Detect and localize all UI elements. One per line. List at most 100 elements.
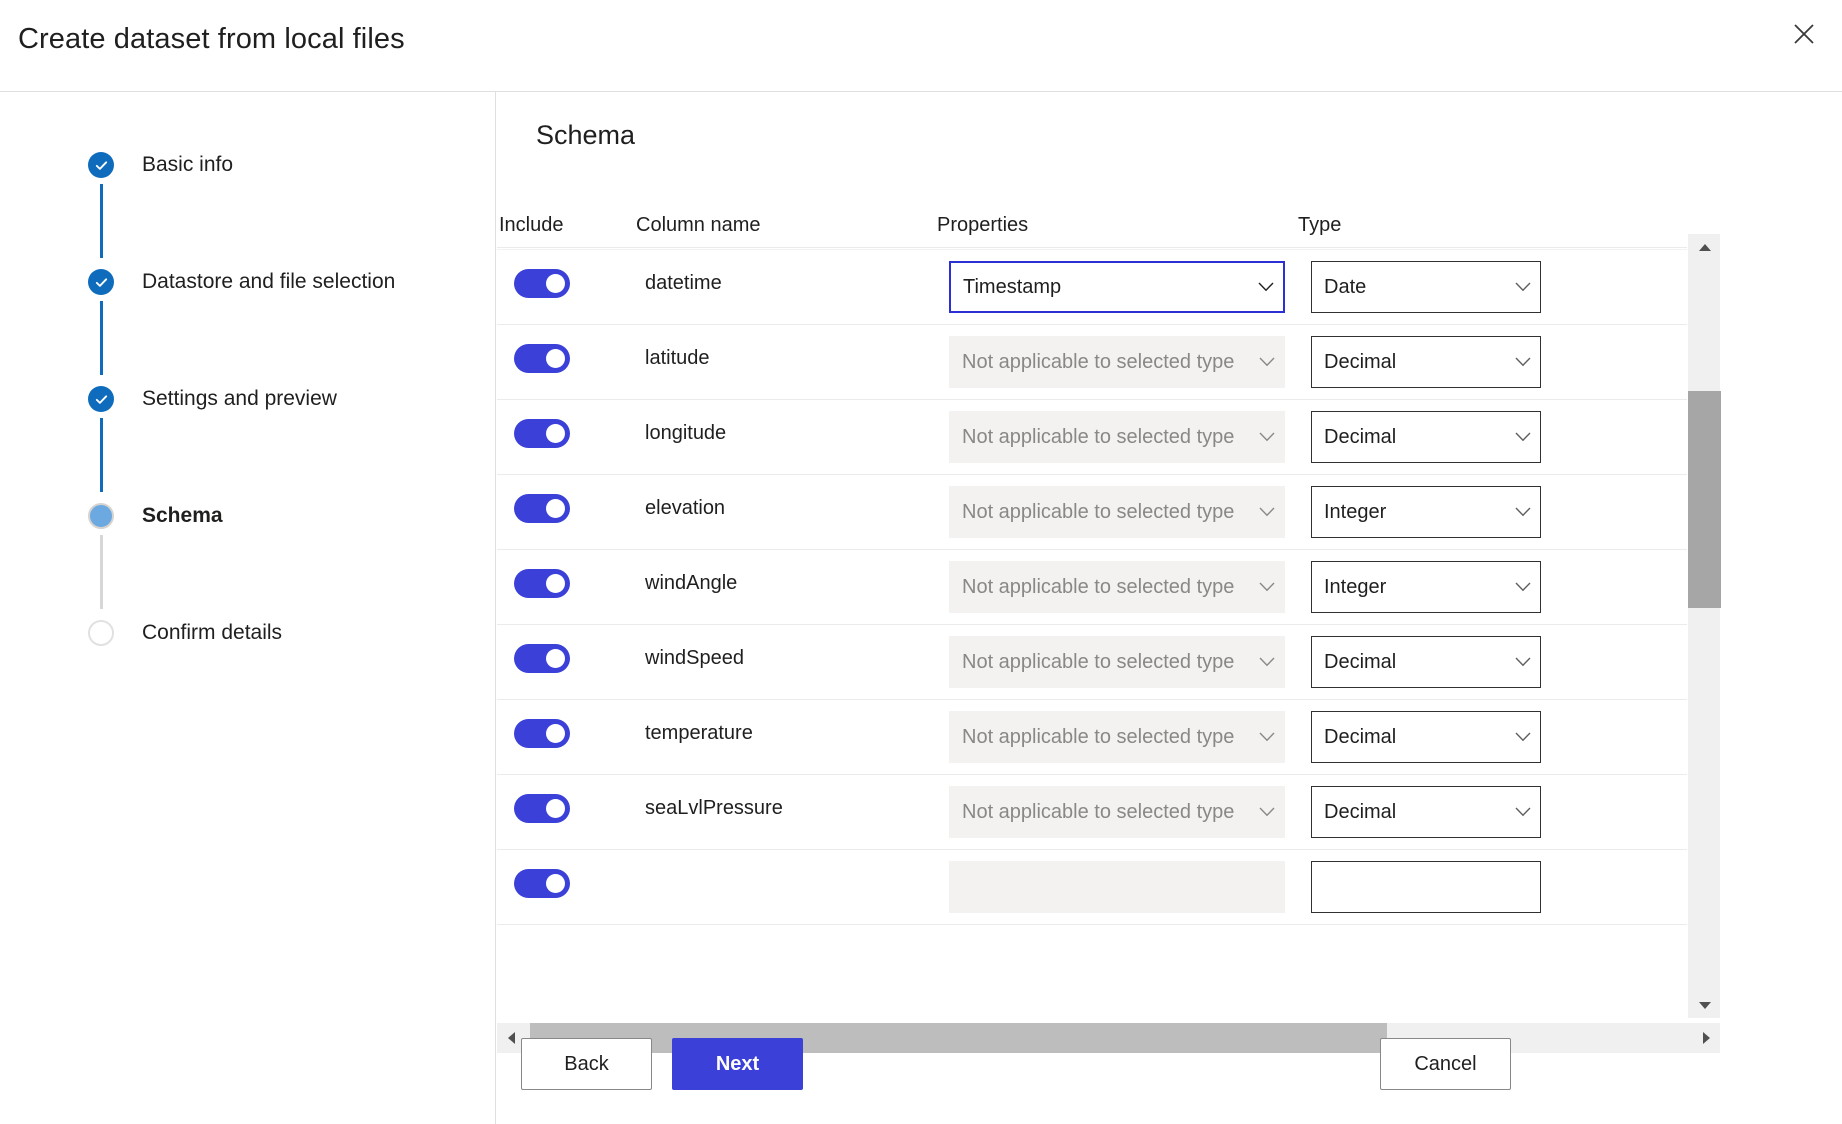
properties-dropdown-value: Not applicable to selected type [950,576,1250,599]
column-header-properties: Properties [937,214,1028,237]
vertical-scrollbar[interactable] [1687,234,1720,1018]
type-dropdown[interactable]: Decimal [1311,636,1541,688]
sidebar-item-schema[interactable]: Schema [88,501,468,618]
type-dropdown-value: Decimal [1312,426,1506,449]
wizard-stepper: Basic info Datastore and file selection [88,150,468,658]
wizard-stepper-rail: Basic info Datastore and file selection [0,92,496,1124]
type-dropdown-value: Date [1312,276,1506,299]
check-icon [88,152,114,178]
type-dropdown[interactable]: Decimal [1311,711,1541,763]
type-dropdown[interactable] [1311,861,1541,913]
properties-dropdown[interactable]: Not applicable to selected type [949,561,1285,613]
type-dropdown[interactable]: Integer [1311,561,1541,613]
properties-dropdown[interactable]: Timestamp [949,261,1285,313]
include-toggle[interactable] [514,344,570,373]
dialog-title: Create dataset from local files [18,23,405,56]
properties-dropdown[interactable] [949,861,1285,913]
cancel-button[interactable]: Cancel [1380,1038,1511,1090]
include-toggle[interactable] [514,794,570,823]
type-dropdown-value: Decimal [1312,801,1506,824]
chevron-down-icon [1250,582,1284,592]
schema-panel: Schema Include Column name Properties Ty… [497,92,1842,1124]
include-toggle[interactable] [514,494,570,523]
step-connector [100,535,103,609]
toggle-knob [546,724,565,743]
properties-dropdown-value: Not applicable to selected type [950,501,1250,524]
type-dropdown[interactable]: Decimal [1311,336,1541,388]
type-dropdown[interactable]: Decimal [1311,411,1541,463]
chevron-down-icon [1506,357,1540,367]
column-name-cell: temperature [645,722,753,745]
dialog-footer: Back Next Cancel [497,1012,1842,1124]
sidebar-item-basic-info[interactable]: Basic info [88,150,468,267]
include-toggle[interactable] [514,569,570,598]
properties-dropdown[interactable]: Not applicable to selected type [949,486,1285,538]
back-button[interactable]: Back [521,1038,652,1090]
chevron-down-icon [1506,732,1540,742]
step-connector [100,418,103,492]
sidebar-item-settings-and-preview[interactable]: Settings and preview [88,384,468,501]
include-toggle[interactable] [514,644,570,673]
table-row: elevation Not applicable to selected typ… [497,475,1687,550]
column-name-cell: longitude [645,422,726,445]
step-label: Datastore and file selection [142,267,395,297]
chevron-down-icon [1250,657,1284,667]
include-toggle[interactable] [514,869,570,898]
table-row: windSpeed Not applicable to selected typ… [497,625,1687,700]
close-icon[interactable] [1774,6,1834,62]
include-toggle[interactable] [514,419,570,448]
include-toggle[interactable] [514,719,570,748]
dialog-titlebar: Create dataset from local files [0,0,1842,92]
properties-dropdown-value: Timestamp [951,276,1249,299]
column-name-cell: elevation [645,497,725,520]
properties-dropdown[interactable]: Not applicable to selected type [949,411,1285,463]
table-row: temperature Not applicable to selected t… [497,700,1687,775]
chevron-down-icon [1250,432,1284,442]
chevron-down-icon [1249,282,1283,292]
vertical-scrollbar-thumb[interactable] [1688,391,1721,608]
type-dropdown[interactable]: Date [1311,261,1541,313]
chevron-down-icon [1506,807,1540,817]
column-name-cell: windAngle [645,572,737,595]
toggle-knob [546,424,565,443]
toggle-knob [546,349,565,368]
properties-dropdown-value: Not applicable to selected type [950,801,1250,824]
scroll-up-arrow-icon[interactable] [1688,234,1721,260]
include-toggle[interactable] [514,269,570,298]
chevron-down-icon [1250,732,1284,742]
properties-dropdown-value: Not applicable to selected type [950,651,1250,674]
type-dropdown-value: Integer [1312,501,1506,524]
chevron-down-icon [1250,357,1284,367]
properties-dropdown[interactable]: Not applicable to selected type [949,711,1285,763]
sidebar-item-datastore-and-file-selection[interactable]: Datastore and file selection [88,267,468,384]
step-label: Basic info [142,150,233,180]
properties-dropdown[interactable]: Not applicable to selected type [949,636,1285,688]
properties-dropdown[interactable]: Not applicable to selected type [949,786,1285,838]
schema-grid-body: datetime Timestamp Date [497,249,1687,947]
next-button[interactable]: Next [672,1038,803,1090]
toggle-knob [546,799,565,818]
sidebar-item-confirm-details[interactable]: Confirm details [88,618,468,658]
column-header-type: Type [1298,214,1341,237]
step-label: Confirm details [142,618,282,648]
check-icon [88,386,114,412]
page-title: Schema [536,120,635,151]
current-step-dot-icon [88,503,114,529]
chevron-down-icon [1250,807,1284,817]
type-dropdown[interactable]: Integer [1311,486,1541,538]
properties-dropdown[interactable]: Not applicable to selected type [949,336,1285,388]
chevron-down-icon [1506,432,1540,442]
type-dropdown-value: Decimal [1312,351,1506,374]
properties-dropdown-value: Not applicable to selected type [950,351,1250,374]
type-dropdown[interactable]: Decimal [1311,786,1541,838]
type-dropdown-value: Decimal [1312,726,1506,749]
toggle-knob [546,499,565,518]
step-connector [100,184,103,258]
table-row: seaLvlPressure Not applicable to selecte… [497,775,1687,850]
toggle-knob [546,649,565,668]
table-row: windAngle Not applicable to selected typ… [497,550,1687,625]
step-label: Settings and preview [142,384,337,414]
toggle-knob [546,274,565,293]
type-dropdown-value: Decimal [1312,651,1506,674]
properties-dropdown-value: Not applicable to selected type [950,426,1250,449]
